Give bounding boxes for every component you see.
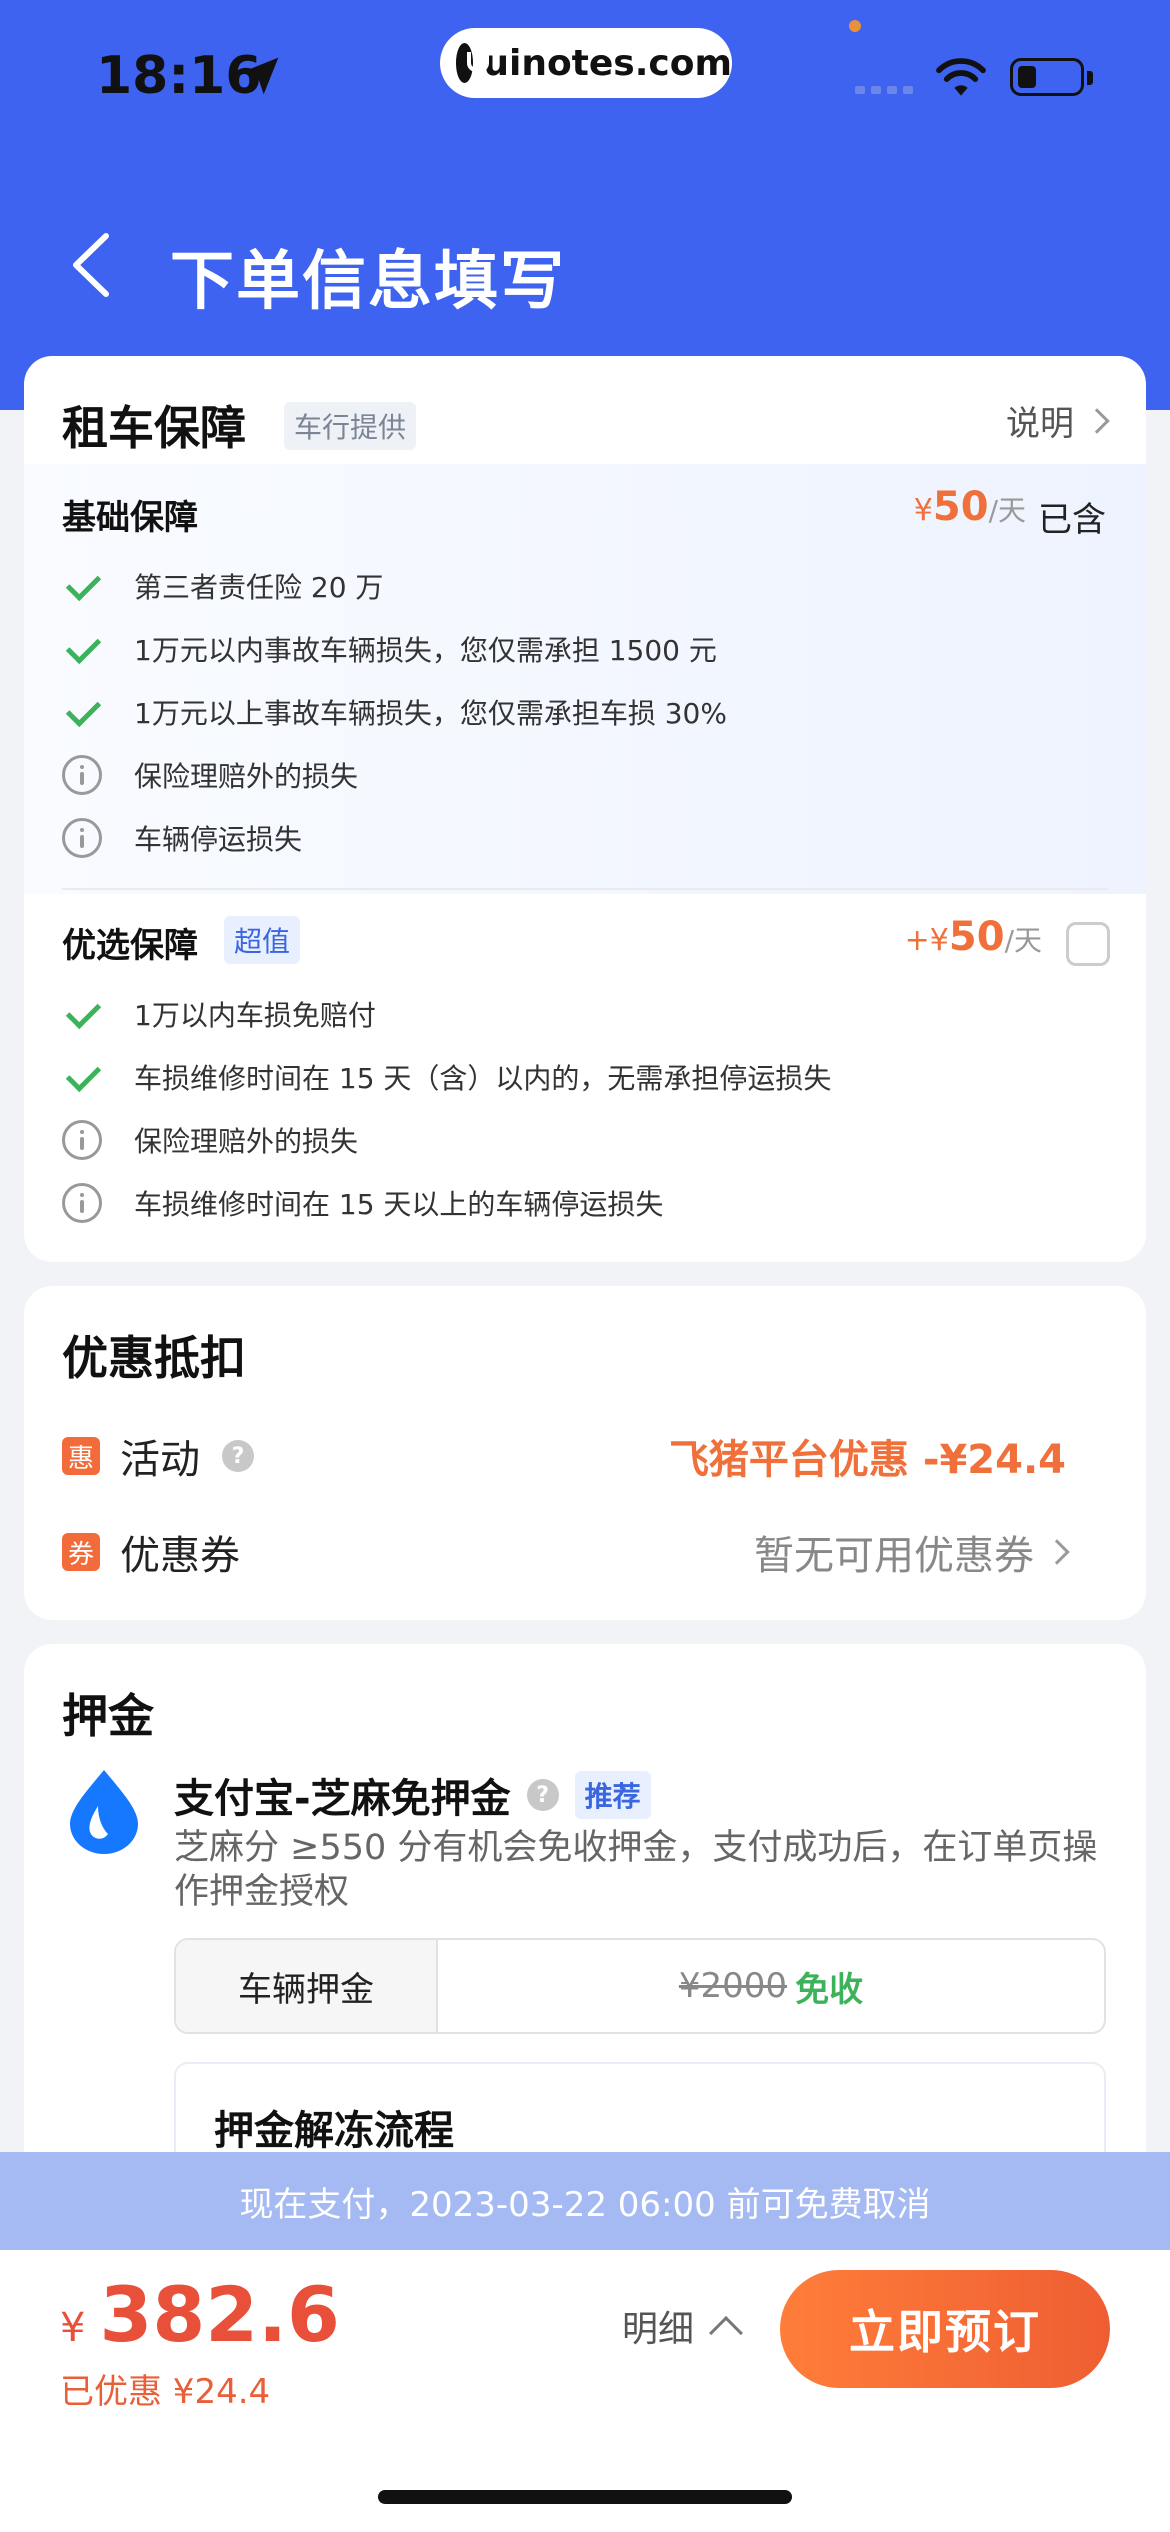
basic-protection-price: ¥50/天 <box>913 484 1026 530</box>
info-icon <box>62 818 102 858</box>
info-icon <box>62 1183 102 1223</box>
list-item: 车损维修时间在 15 天以上的车辆停运损失 <box>62 1183 663 1223</box>
deposit-method[interactable]: 支付宝-芝麻免押金 ? 推荐 <box>174 1766 651 1824</box>
list-item: 1万元以上事故车辆损失，您仅需承担车损 30% <box>62 692 727 732</box>
original-deposit: ¥2000 <box>678 1966 788 2006</box>
status-bar: 18:16 uinotes.com <box>0 0 1170 150</box>
vehicle-deposit-value: ¥2000 免收 <box>438 1940 1104 2032</box>
basic-protection-status: 已含 <box>1038 500 1106 540</box>
vehicle-deposit-label: 车辆押金 <box>176 1940 438 2032</box>
premium-protection-title: 优选保障 <box>62 926 198 966</box>
list-item: 车辆停运损失 <box>62 818 302 858</box>
activity-label: 活动 <box>120 1437 200 1483</box>
uinotes-logo-icon <box>456 43 490 83</box>
deposit-waived: 免收 <box>795 1969 864 2010</box>
explain-label: 说明 <box>1006 404 1074 444</box>
check-icon <box>66 994 106 1034</box>
cellular-signal-icon <box>855 86 913 94</box>
list-item: 第三者责任险 20 万 <box>62 566 383 606</box>
flow-title: 押金解冻流程 <box>214 2108 454 2154</box>
deposit-description: 芝麻分 ≥550 分有机会免收押金，支付成功后，在订单页操作押金授权 <box>174 1828 1098 1912</box>
check-icon <box>66 566 106 606</box>
protection-card: 租车保障 车行提供 说明 基础保障 ¥50/天 已含 第三者责任险 20 万 1… <box>24 356 1146 1262</box>
provider-tag: 车行提供 <box>284 402 417 450</box>
location-arrow-icon <box>241 57 279 95</box>
activity-row[interactable]: 惠 活动 ? 飞猪平台优惠 -¥24.4 <box>62 1426 1106 1486</box>
saved-amount: 已优惠 ¥24.4 <box>60 2372 271 2412</box>
coupon-label: 优惠券 <box>120 1533 240 1579</box>
currency-symbol: ¥ <box>60 2305 86 2351</box>
value-tag: 超值 <box>224 916 301 964</box>
cancellation-notice: 现在支付，2023-03-22 06:00 前可免费取消 <box>0 2152 1170 2250</box>
list-item: 保险理赔外的损失 <box>62 1120 358 1160</box>
check-icon <box>66 629 106 669</box>
recommend-tag: 推荐 <box>574 1771 651 1819</box>
check-icon <box>66 692 106 732</box>
activity-value: 飞猪平台优惠 -¥24.4 <box>668 1437 1066 1483</box>
vehicle-deposit-table: 车辆押金 ¥2000 免收 <box>174 1938 1106 2034</box>
url-text: uinotes.com <box>483 42 732 84</box>
alipay-logo-icon <box>70 1770 138 1854</box>
back-arrow-icon[interactable] <box>68 232 114 298</box>
price-detail-toggle[interactable]: 明细 <box>622 2300 743 2352</box>
list-item: 保险理赔外的损失 <box>62 755 358 795</box>
coupon-badge-icon: 券 <box>62 1533 100 1571</box>
help-icon[interactable]: ? <box>526 1779 559 1811</box>
book-now-button[interactable]: 立即预订 <box>780 2270 1110 2388</box>
check-icon <box>66 1057 106 1097</box>
url-pill[interactable]: uinotes.com <box>440 28 732 98</box>
battery-icon <box>1010 58 1093 96</box>
list-item: 1万元以内事故车辆损失，您仅需承担 1500 元 <box>62 629 717 669</box>
list-item: 车损维修时间在 15 天（含）以内的，无需承担停运损失 <box>62 1057 831 1097</box>
chevron-right-icon <box>1044 1539 1070 1565</box>
info-icon <box>62 1120 102 1160</box>
protection-title: 租车保障 <box>62 401 246 455</box>
wifi-icon <box>936 58 986 96</box>
coupon-row[interactable]: 券 优惠券 暂无可用优惠券 <box>62 1522 1106 1582</box>
chevron-right-icon <box>1084 407 1110 434</box>
page-title: 下单信息填写 <box>170 245 566 319</box>
bottom-bar: ¥ 382.6 已优惠 ¥24.4 明细 立即预订 <box>0 2250 1170 2532</box>
deposit-method-label: 支付宝-芝麻免押金 <box>174 1776 511 1822</box>
basic-protection-title: 基础保障 <box>62 498 198 538</box>
discount-title: 优惠抵扣 <box>62 1331 246 1385</box>
divider <box>62 888 1108 890</box>
explain-link[interactable]: 说明 <box>1006 396 1110 445</box>
privacy-dot-icon <box>849 20 861 32</box>
discount-card: 优惠抵扣 惠 活动 ? 飞猪平台优惠 -¥24.4 券 优惠券 暂无可用优惠券 <box>24 1286 1146 1620</box>
help-icon[interactable]: ? <box>222 1440 254 1472</box>
info-icon <box>62 755 102 795</box>
chevron-up-icon <box>709 2316 743 2350</box>
total-amount: 382.6 <box>99 2270 340 2359</box>
total-price: ¥ 382.6 <box>60 2270 340 2359</box>
coupon-value: 暂无可用优惠券 <box>754 1523 1070 1581</box>
detail-label: 明细 <box>622 2309 695 2350</box>
status-time: 18:16 <box>96 46 262 106</box>
discount-badge-icon: 惠 <box>62 1437 100 1475</box>
home-indicator[interactable] <box>378 2490 792 2504</box>
list-item: 1万以内车损免赔付 <box>62 994 376 1034</box>
premium-protection-checkbox[interactable] <box>1066 922 1110 966</box>
premium-protection-price: +¥50/天 <box>904 914 1042 960</box>
deposit-title: 押金 <box>62 1689 154 1743</box>
